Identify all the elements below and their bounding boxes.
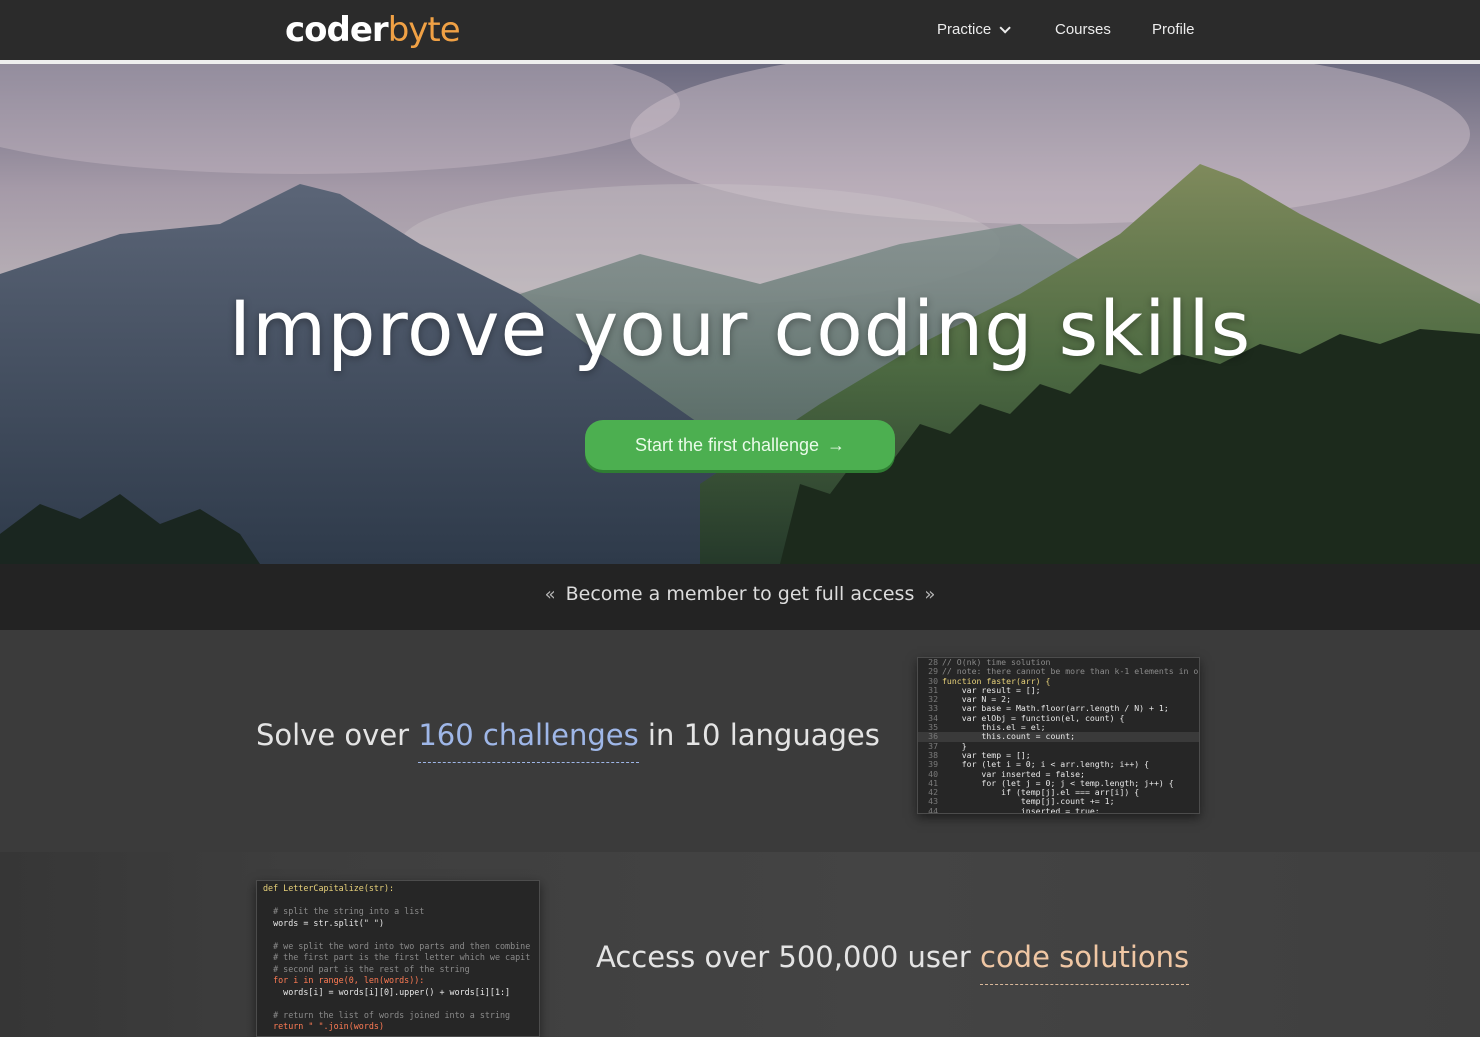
- membership-link[interactable]: Become a member to get full access: [566, 583, 915, 605]
- logo-byte: byte: [387, 10, 461, 50]
- feature-solutions-text: Access over 500,000 user code solutions: [596, 937, 1190, 985]
- code-preview-python: def LetterCapitalize(str): # split the s…: [256, 880, 540, 1037]
- start-challenge-label: Start the first challenge: [634, 435, 820, 455]
- feature-challenges-text: Solve over 160 challenges in 10 language…: [256, 715, 880, 763]
- left-quote-icon: «: [544, 584, 556, 605]
- top-nav: coderbyte Practice Courses Profile: [0, 0, 1480, 60]
- hero-title: Improve your coding skills: [228, 284, 1252, 373]
- challenges-link[interactable]: 160 challenges: [418, 718, 639, 763]
- code-line: # we split the word into two parts and t…: [263, 940, 531, 951]
- nav-profile[interactable]: Profile: [1152, 20, 1195, 40]
- logo-coder: coder: [285, 10, 389, 50]
- feature-challenges-pre: Solve over: [256, 718, 419, 752]
- nav-practice-label: Practice: [937, 21, 992, 38]
- code-preview-javascript: 28// O(nk) time solution 29// note: there…: [917, 657, 1200, 814]
- feature-solutions-pre: Access over 500,000 user: [596, 940, 980, 974]
- code-line: # second part is the rest of the string: [263, 963, 470, 974]
- code-line: return " ".join(words): [263, 1021, 385, 1031]
- code-line: # split the string into a list: [263, 906, 425, 916]
- chevron-down-icon: [999, 22, 1011, 34]
- start-challenge-button[interactable]: Start the first challenge →: [585, 420, 895, 470]
- line-number: 44: [928, 805, 938, 814]
- nav-courses[interactable]: Courses: [1055, 20, 1111, 40]
- hero-banner: Improve your coding skills Start the fir…: [0, 64, 1480, 564]
- code-line: def LetterCapitalize(str):: [263, 883, 395, 893]
- arrow-right-icon: →: [827, 435, 846, 455]
- code-line: for i in range(0, len(words)):: [263, 975, 425, 985]
- code-line: words = str.split(" "): [263, 917, 385, 928]
- membership-bar: « Become a member to get full access »: [0, 564, 1480, 630]
- code-solutions-link[interactable]: code solutions: [980, 940, 1190, 985]
- code-line: 44 inserted = true;: [918, 805, 1199, 814]
- nav-practice[interactable]: Practice: [937, 20, 1011, 40]
- code-line: # the first part is the first letter whi…: [263, 952, 531, 962]
- code-line: # return the list of words joined into a…: [263, 1009, 511, 1020]
- logo[interactable]: coderbyte: [285, 8, 461, 52]
- right-quote-icon: »: [924, 584, 936, 605]
- code-text: inserted = true;: [942, 805, 1100, 814]
- code-line: words[i] = words[i][0].upper() + words[i…: [263, 986, 511, 997]
- feature-challenges-post: in 10 languages: [638, 718, 880, 752]
